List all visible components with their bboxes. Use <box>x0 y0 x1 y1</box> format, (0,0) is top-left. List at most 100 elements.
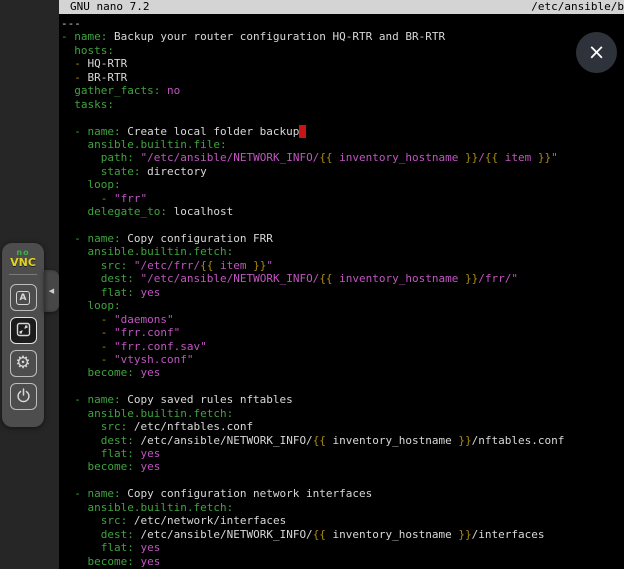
code-token: inventory_hostname <box>333 151 465 164</box>
editor-line: flat: yes <box>61 541 624 554</box>
code-token: directory <box>141 165 207 178</box>
code-token <box>61 71 74 84</box>
sidebar-button-extra-keys[interactable]: A <box>10 284 37 311</box>
code-token <box>61 205 88 218</box>
fullscreen-icon <box>16 322 31 340</box>
code-token: dest: <box>101 272 134 285</box>
close-icon: × <box>588 42 606 63</box>
code-token: Create local folder backup <box>121 125 300 138</box>
code-token <box>61 272 101 285</box>
code-token: flat: <box>101 447 134 460</box>
code-token: - <box>74 71 81 84</box>
code-token: Backup your router configuration HQ-RTR … <box>107 30 445 43</box>
editor-line: tasks: <box>61 98 624 111</box>
code-token: "frr" <box>114 192 147 205</box>
code-token <box>61 192 101 205</box>
code-token <box>61 501 88 514</box>
code-token: /frr/" <box>478 272 518 285</box>
sidebar-button-fullscreen[interactable] <box>10 317 37 344</box>
code-token: src: <box>101 259 128 272</box>
code-token <box>134 447 141 460</box>
code-token: inventory_hostname <box>326 528 458 541</box>
editor-line <box>61 474 624 487</box>
code-token: "vtysh.conf" <box>114 353 193 366</box>
code-token: yes <box>141 541 161 554</box>
code-token: /nftables.conf <box>472 434 565 447</box>
code-token: inventory_hostname <box>333 272 465 285</box>
nano-titlebar: GNU nano 7.2 /etc/ansible/b <box>59 0 624 14</box>
editor-line: gather_facts: no <box>61 84 624 97</box>
code-token <box>107 313 114 326</box>
code-token: ansible.builtin.fetch: <box>88 407 234 420</box>
code-token: /etc/ansible/NETWORK_INFO/ <box>134 434 313 447</box>
code-token: {{ <box>313 528 326 541</box>
sidebar-button-disconnect[interactable] <box>10 383 37 410</box>
close-button[interactable]: × <box>576 32 617 73</box>
editor-line: src: "/etc/frr/{{ item }}" <box>61 259 624 272</box>
code-token: localhost <box>167 205 233 218</box>
code-token: /etc/ansible/NETWORK_INFO/ <box>134 528 313 541</box>
code-token: ansible.builtin.file: <box>88 138 227 151</box>
code-token <box>61 541 101 554</box>
code-token: dest: <box>101 528 134 541</box>
code-token <box>61 313 101 326</box>
editor-line: loop: <box>61 178 624 191</box>
code-token <box>61 528 101 541</box>
novnc-control-bar: no VNC A ⚙ <box>2 243 44 427</box>
editor-line: ansible.builtin.file: <box>61 138 624 151</box>
code-token <box>61 165 101 178</box>
code-token: {{ <box>319 151 332 164</box>
novnc-logo: no VNC <box>2 249 44 268</box>
code-token: inventory_hostname <box>326 434 458 447</box>
code-token <box>61 514 101 527</box>
code-token <box>61 98 74 111</box>
editor-text-area[interactable]: ---- name: Backup your router configurat… <box>61 14 624 569</box>
editor-line: ansible.builtin.fetch: <box>61 501 624 514</box>
code-token: become: <box>88 366 134 379</box>
code-token <box>134 151 141 164</box>
code-token: /etc/nftables.conf <box>127 420 253 433</box>
sidebar-button-settings[interactable]: ⚙ <box>10 350 37 377</box>
code-token: /interfaces <box>472 528 545 541</box>
editor-line: - name: Backup your router configuration… <box>61 30 624 43</box>
code-token <box>134 286 141 299</box>
code-token: }} <box>253 259 266 272</box>
code-token <box>61 340 101 353</box>
editor-line: ansible.builtin.fetch: <box>61 245 624 258</box>
code-token: }} <box>465 272 478 285</box>
editor-line: - HQ-RTR <box>61 57 624 70</box>
editor-line: - "vtysh.conf" <box>61 353 624 366</box>
code-token <box>61 487 74 500</box>
code-token: src: <box>101 514 128 527</box>
code-token: gather_facts: <box>74 84 160 97</box>
code-token: Copy configuration FRR <box>121 232 273 245</box>
code-token: Copy configuration network interfaces <box>121 487 373 500</box>
terminal-window: GNU nano 7.2 /etc/ansible/b ---- name: B… <box>59 0 624 569</box>
code-token: item <box>498 151 538 164</box>
file-path-label: /etc/ansible/b <box>531 0 624 14</box>
code-token: loop: <box>88 299 121 312</box>
code-token: hosts: <box>74 44 114 57</box>
code-token: delegate_to: <box>88 205 167 218</box>
code-token: "daemons" <box>114 313 174 326</box>
code-token: HQ-RTR <box>81 57 127 70</box>
code-token: flat: <box>101 541 134 554</box>
code-token: src: <box>101 420 128 433</box>
editor-line: - "daemons" <box>61 313 624 326</box>
sidebar-collapse-handle[interactable]: ◀ <box>44 270 59 312</box>
editor-line: dest: /etc/ansible/NETWORK_INFO/{{ inven… <box>61 434 624 447</box>
code-token: ansible.builtin.fetch: <box>88 245 234 258</box>
code-token <box>61 259 101 272</box>
code-token: become: <box>88 555 134 568</box>
editor-line: loop: <box>61 299 624 312</box>
code-token: become: <box>88 460 134 473</box>
code-token: "frr.conf" <box>114 326 180 339</box>
code-token <box>61 366 88 379</box>
code-token: " <box>551 151 558 164</box>
code-token: yes <box>140 555 160 568</box>
editor-line: become: yes <box>61 460 624 473</box>
code-token <box>160 84 167 97</box>
editor-line: dest: "/etc/ansible/NETWORK_INFO/{{ inve… <box>61 272 624 285</box>
editor-line <box>61 380 624 393</box>
code-token <box>61 447 101 460</box>
